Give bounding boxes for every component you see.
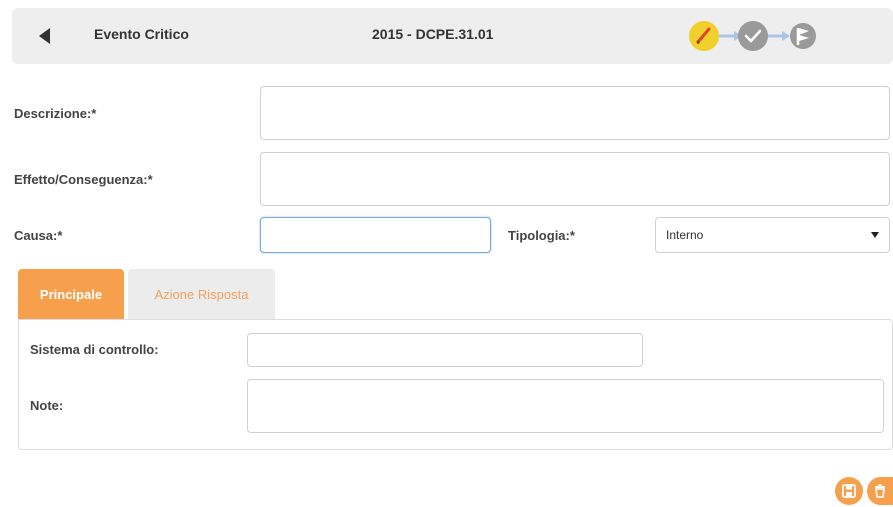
- descrizione-field[interactable]: [260, 86, 890, 140]
- sistema-controllo-field[interactable]: [247, 333, 643, 367]
- note-field[interactable]: [247, 379, 884, 433]
- save-icon: [842, 484, 856, 498]
- header-bar: Evento Critico 2015 - DCPE.31.01: [12, 8, 893, 64]
- tab-principale[interactable]: Principale: [18, 269, 124, 319]
- check-icon[interactable]: [738, 21, 768, 51]
- flag-icon[interactable]: [790, 23, 816, 49]
- descrizione-label: Descrizione:*: [14, 106, 97, 121]
- causa-label: Causa:*: [14, 228, 63, 243]
- sistema-label: Sistema di controllo:: [30, 342, 159, 357]
- tab-azione-risposta[interactable]: Azione Risposta: [128, 269, 275, 319]
- trash-icon: [875, 484, 885, 498]
- save-button[interactable]: [835, 477, 863, 505]
- pencil-icon[interactable]: [689, 21, 719, 51]
- effetto-field[interactable]: [260, 152, 890, 206]
- back-button[interactable]: [34, 25, 56, 47]
- delete-button[interactable]: [867, 477, 893, 505]
- note-label: Note:: [30, 398, 64, 413]
- back-arrow-icon: [39, 28, 50, 44]
- record-code: 2015 - DCPE.31.01: [372, 26, 494, 42]
- tipologia-select[interactable]: Interno: [655, 217, 890, 253]
- tipologia-label: Tipologia:*: [508, 228, 575, 243]
- workflow-status: [686, 18, 816, 54]
- page-title: Evento Critico: [94, 26, 189, 42]
- tipologia-selected-value: Interno: [666, 228, 704, 242]
- evento-critico-page: Evento Critico 2015 - DCPE.31.01 Descriz…: [0, 0, 893, 507]
- effetto-label: Effetto/Conseguenza:*: [14, 172, 153, 187]
- caret-down-icon: [871, 232, 879, 238]
- causa-field[interactable]: [260, 217, 491, 253]
